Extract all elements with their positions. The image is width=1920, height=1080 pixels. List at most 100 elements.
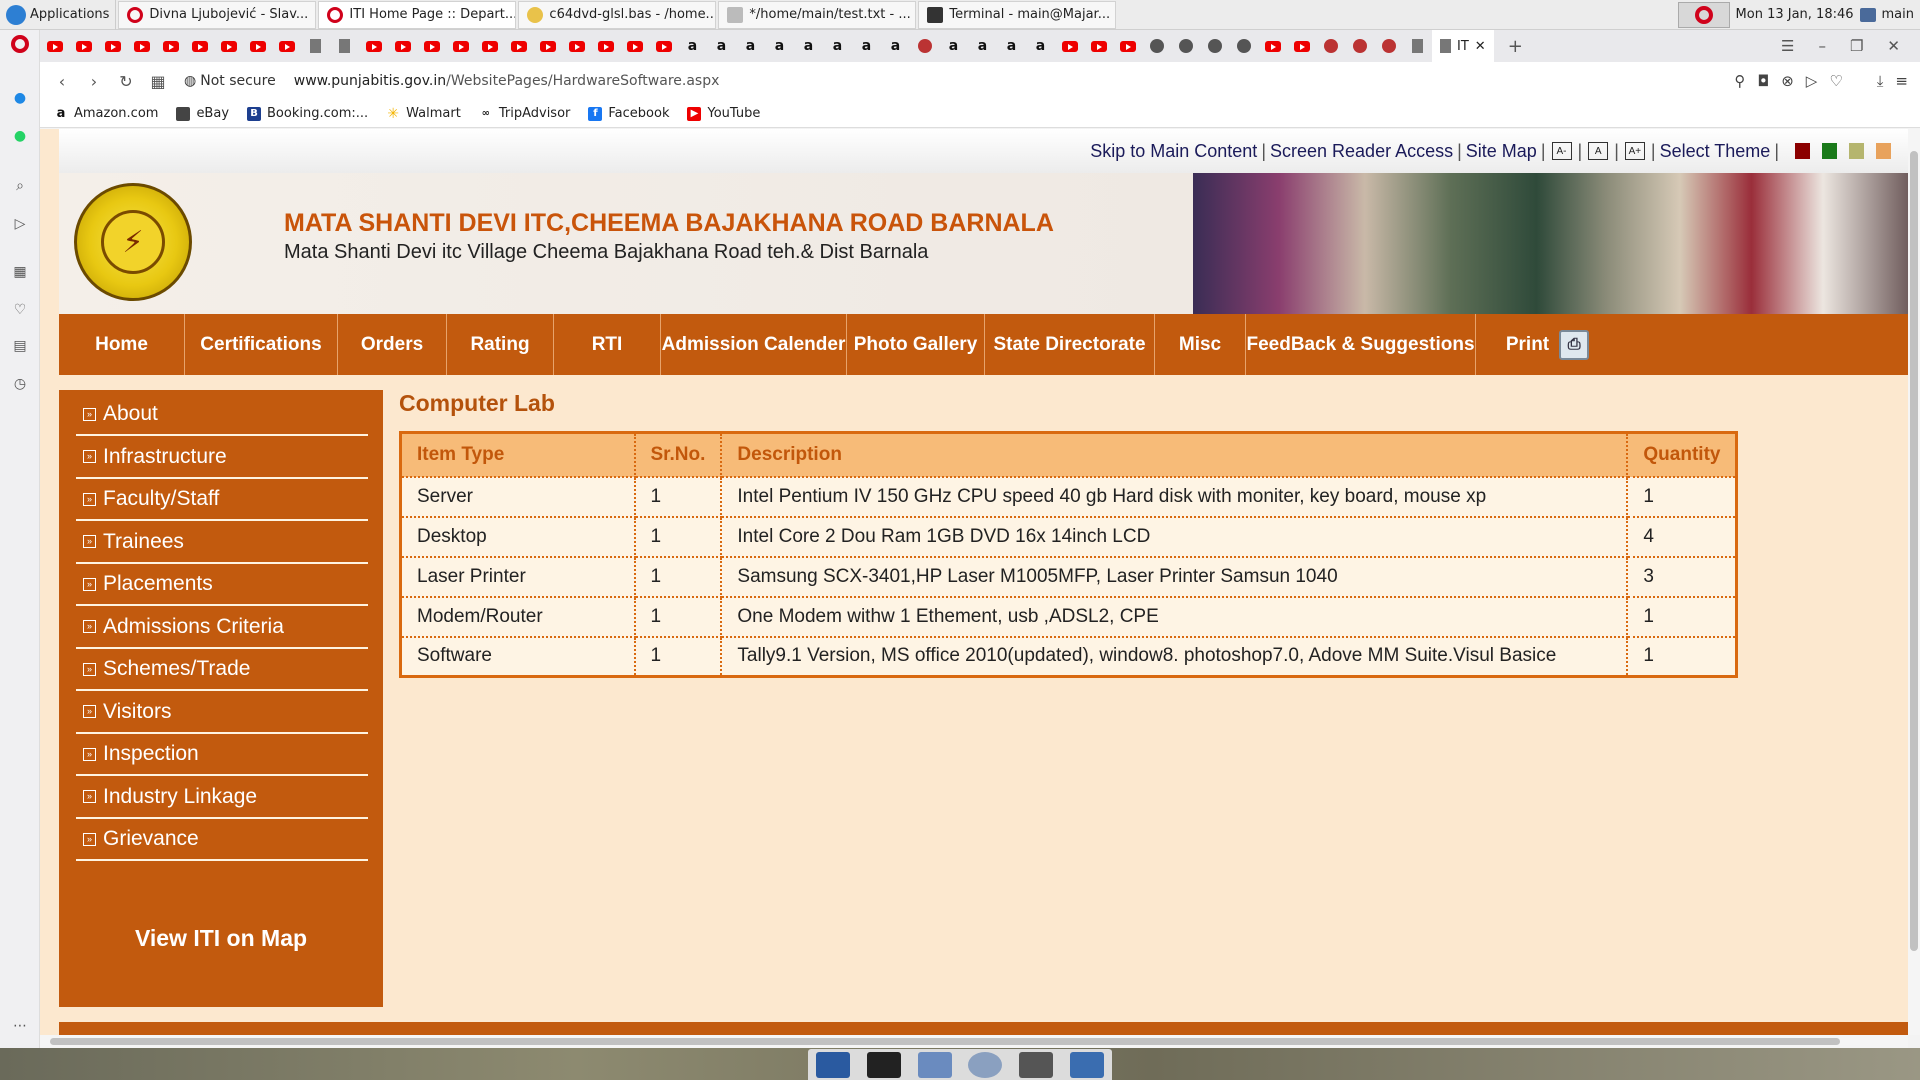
zoom-icon[interactable]: ⚲ (1734, 72, 1745, 90)
bookmark-youtube[interactable]: ▶ YouTube (687, 106, 760, 121)
pinned-tab[interactable]: a (997, 30, 1026, 62)
sidebar-item-inspection[interactable]: » Inspection (76, 734, 368, 776)
taskbar-window-3[interactable]: c64dvd-glsl.bas - /home... (518, 0, 717, 29)
vertical-scrollbar[interactable] (1908, 129, 1920, 1035)
nav-misc[interactable]: Misc (1155, 314, 1246, 375)
sidebar-item-placements[interactable]: » Placements (76, 564, 368, 606)
pinned-tab[interactable] (649, 30, 678, 62)
theme-swatch-1[interactable] (1795, 143, 1810, 159)
font-increase-button[interactable]: A+ (1624, 142, 1645, 160)
pinned-tab[interactable] (417, 30, 446, 62)
sidebar-item-visitors[interactable]: » Visitors (76, 692, 368, 734)
close-window-icon[interactable]: ✕ (1887, 37, 1900, 55)
pinned-tab[interactable]: a (881, 30, 910, 62)
pinned-tab[interactable] (562, 30, 591, 62)
pinned-tab[interactable] (330, 30, 359, 62)
sidebar-item-about[interactable]: » About (76, 394, 368, 436)
sidebar-item-infrastructure[interactable]: » Infrastructure (76, 437, 368, 479)
new-tab-icon[interactable]: + (1494, 36, 1537, 57)
pinned-tab[interactable]: a (794, 30, 823, 62)
user-name[interactable]: main (1882, 7, 1914, 22)
sidebar-item-schemes-trade[interactable]: » Schemes/Trade (76, 649, 368, 691)
taskbar-window-2[interactable]: ITI Home Page :: Depart... (318, 0, 517, 29)
pinned-tab[interactable] (214, 30, 243, 62)
pinned-tab[interactable] (388, 30, 417, 62)
pinned-tab[interactable] (1403, 30, 1432, 62)
file-manager-icon[interactable] (917, 1051, 952, 1078)
nav-orders[interactable]: Orders (338, 314, 447, 375)
bookmark-facebook[interactable]: f Facebook (588, 106, 669, 121)
pinned-tab[interactable] (1142, 30, 1171, 62)
pinned-tab[interactable] (1084, 30, 1113, 62)
pinned-tab[interactable] (1171, 30, 1200, 62)
sidebar-item-faculty-staff[interactable]: » Faculty/Staff (76, 479, 368, 521)
skip-to-main-link[interactable]: Skip to Main Content (1090, 141, 1257, 162)
user-icon[interactable] (1859, 7, 1876, 22)
clock[interactable]: Mon 13 Jan, 18:46 (1736, 7, 1854, 22)
heart-icon[interactable]: ♡ (1829, 72, 1842, 90)
pinned-tab[interactable] (591, 30, 620, 62)
nav-feedback-suggestions[interactable]: FeedBack & Suggestions (1246, 314, 1476, 375)
messenger-icon[interactable]: ● (10, 88, 30, 108)
pinned-tab[interactable] (301, 30, 330, 62)
send-icon[interactable]: ▷ (1806, 72, 1818, 90)
horizontal-scrollbar[interactable] (40, 1035, 1908, 1048)
tab-active[interactable]: IT ✕ (1432, 30, 1494, 62)
send-icon[interactable]: ▷ (10, 214, 30, 234)
taskbar-window-4[interactable]: */home/main/test.txt - ... (718, 0, 917, 29)
pinned-tab[interactable] (1113, 30, 1142, 62)
screen-reader-link[interactable]: Screen Reader Access (1270, 141, 1453, 162)
applications-menu[interactable]: Applications (0, 0, 117, 30)
pinned-tab[interactable] (1345, 30, 1374, 62)
sidebar-item-admissions-criteria[interactable]: » Admissions Criteria (76, 607, 368, 649)
pinned-tab[interactable]: a (765, 30, 794, 62)
bookmark-booking[interactable]: B Booking.com:... (247, 106, 368, 121)
more-icon[interactable]: ⋯ (10, 1016, 30, 1036)
pinned-tab[interactable]: a (736, 30, 765, 62)
pinned-tab[interactable] (1316, 30, 1345, 62)
pinned-tab[interactable] (446, 30, 475, 62)
pinned-tab[interactable] (1258, 30, 1287, 62)
sidebar-item-grievance[interactable]: » Grievance (76, 819, 368, 861)
security-indicator[interactable]: ◍ Not secure (184, 73, 276, 89)
nav-state-directorate[interactable]: State Directorate (985, 314, 1155, 375)
nav-certifications[interactable]: Certifications (185, 314, 338, 375)
nav-admission-calender[interactable]: Admission Calender (661, 314, 847, 375)
search-icon[interactable]: ⌕ (10, 176, 30, 196)
pinned-tab[interactable] (243, 30, 272, 62)
pinned-tab[interactable] (1200, 30, 1229, 62)
news-icon[interactable]: ▤ (10, 336, 30, 356)
pinned-tab[interactable] (98, 30, 127, 62)
pinned-tab[interactable] (127, 30, 156, 62)
nav-rating[interactable]: Rating (447, 314, 554, 375)
reload-icon[interactable]: ↻ (110, 72, 142, 91)
pinned-tab[interactable] (272, 30, 301, 62)
nav-home[interactable]: Home (59, 314, 185, 375)
bookmark-amazon[interactable]: a Amazon.com (54, 106, 159, 121)
font-decrease-button[interactable]: A- (1551, 142, 1572, 160)
pinned-tab[interactable] (1229, 30, 1258, 62)
pinned-tab[interactable] (910, 30, 939, 62)
back-icon[interactable]: ‹ (46, 72, 78, 91)
pinned-tab[interactable] (69, 30, 98, 62)
pinned-tab[interactable] (185, 30, 214, 62)
easy-setup-icon[interactable]: ≡ (1895, 72, 1908, 90)
sidebar-item-industry-linkage[interactable]: » Industry Linkage (76, 777, 368, 819)
heart-icon[interactable]: ♡ (10, 300, 30, 320)
pinned-tab[interactable] (1287, 30, 1316, 62)
pinned-tab[interactable]: a (852, 30, 881, 62)
taskbar-window-1[interactable]: Divna Ljubojević - Slav... (118, 0, 317, 29)
web-browser-icon[interactable] (968, 1051, 1003, 1078)
theme-swatch-4[interactable] (1876, 143, 1891, 159)
bookmark-tripadvisor[interactable]: ∞ TripAdvisor (479, 106, 571, 121)
nav-rti[interactable]: RTI (554, 314, 661, 375)
app-finder-icon[interactable] (1018, 1051, 1053, 1078)
pinned-tab[interactable] (40, 30, 69, 62)
sidebar-item-trainees[interactable]: » Trainees (76, 522, 368, 564)
pinned-tab[interactable]: a (939, 30, 968, 62)
view-map-link[interactable]: View ITI on Map (59, 925, 383, 952)
whatsapp-icon[interactable]: ● (10, 126, 30, 146)
pinned-tab[interactable] (504, 30, 533, 62)
url-field[interactable]: www.punjabitis.gov.in/WebsitePages/Hardw… (294, 73, 720, 89)
taskbar-window-5[interactable]: Terminal - main@Majar... (918, 0, 1117, 29)
